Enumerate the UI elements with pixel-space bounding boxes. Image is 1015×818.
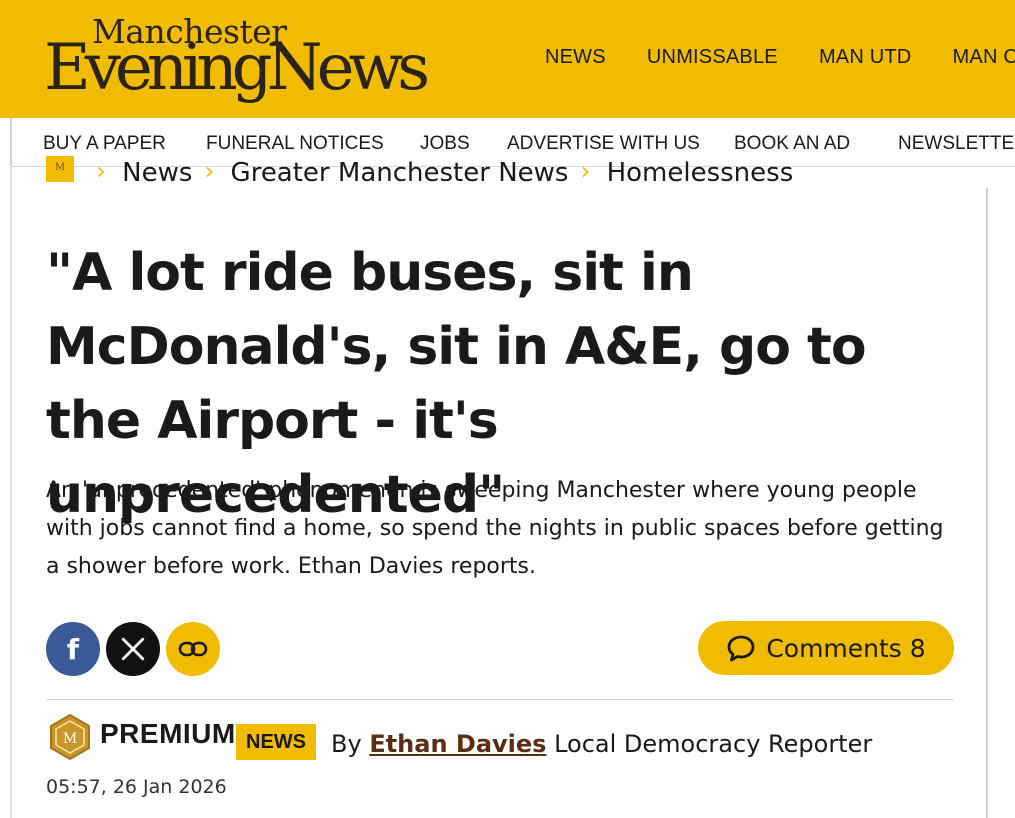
comments-label: Comments — [766, 633, 902, 663]
subnav-buy-a-paper[interactable]: BUY A PAPER — [43, 133, 166, 155]
content-frame-left — [10, 166, 12, 818]
chevron-right-icon: › — [204, 157, 215, 185]
subnav-funeral-notices[interactable]: FUNERAL NOTICES — [206, 133, 384, 155]
chevron-right-icon: › — [96, 157, 106, 185]
comments-count: 8 — [909, 633, 926, 663]
byline: By Ethan Davies Local Democracy Reporter — [331, 730, 872, 758]
subnav-advertise[interactable]: ADVERTISE WITH US — [507, 133, 700, 155]
article-standfirst: An 'unprecedented' phenomenon is sweepin… — [46, 478, 944, 579]
nav-news[interactable]: NEWS — [545, 46, 606, 68]
x-share-button[interactable] — [106, 622, 160, 676]
logo-bottom-text: EveningNews — [44, 31, 430, 105]
nav-man-utd[interactable]: MAN UTD — [819, 46, 912, 68]
svg-text:M: M — [63, 731, 77, 747]
site-logo[interactable]: Manchester EveningNews — [44, 10, 444, 110]
subnav-book-an-ad[interactable]: BOOK AN AD — [734, 133, 850, 155]
x-icon — [121, 637, 145, 661]
content-frame-right — [986, 188, 988, 818]
byline-prefix: By — [331, 730, 362, 758]
facebook-icon: f — [66, 632, 80, 666]
category-tag[interactable]: NEWS — [236, 724, 316, 760]
divider — [46, 699, 954, 700]
speech-bubble-icon — [727, 635, 755, 662]
breadcrumb-item-news[interactable]: News — [122, 158, 192, 188]
premium-badge-icon: M — [50, 713, 90, 761]
author-role: Local Democracy Reporter — [554, 730, 873, 758]
breadcrumb-item-homelessness[interactable]: Homelessness — [607, 158, 794, 188]
breadcrumb-item-greater-manchester[interactable]: Greater Manchester News — [231, 158, 569, 188]
facebook-share-button[interactable]: f — [46, 622, 100, 676]
breadcrumb: M › News › Greater Manchester News › Hom… — [46, 156, 793, 188]
chevron-right-icon: › — [580, 157, 591, 185]
men-logo-icon[interactable]: M — [46, 156, 74, 182]
publish-timestamp: 05:57, 26 Jan 2026 — [46, 776, 227, 798]
premium-label: PREMIUM — [100, 718, 236, 749]
subnav-newsletters[interactable]: NEWSLETTERS — [898, 133, 1015, 155]
subnav-jobs[interactable]: JOBS — [420, 133, 470, 155]
copy-link-button[interactable] — [166, 622, 220, 676]
site-header: Manchester EveningNews NEWS UNMISSABLE M… — [0, 0, 1015, 118]
author-link[interactable]: Ethan Davies — [369, 730, 546, 758]
nav-man-city[interactable]: MAN CITY — [953, 46, 1015, 68]
nav-unmissable[interactable]: UNMISSABLE — [647, 46, 778, 68]
main-nav: NEWS UNMISSABLE MAN UTD MAN CITY — [545, 46, 1015, 69]
comments-button[interactable]: Comments 8 — [698, 621, 954, 675]
link-icon — [178, 641, 208, 657]
